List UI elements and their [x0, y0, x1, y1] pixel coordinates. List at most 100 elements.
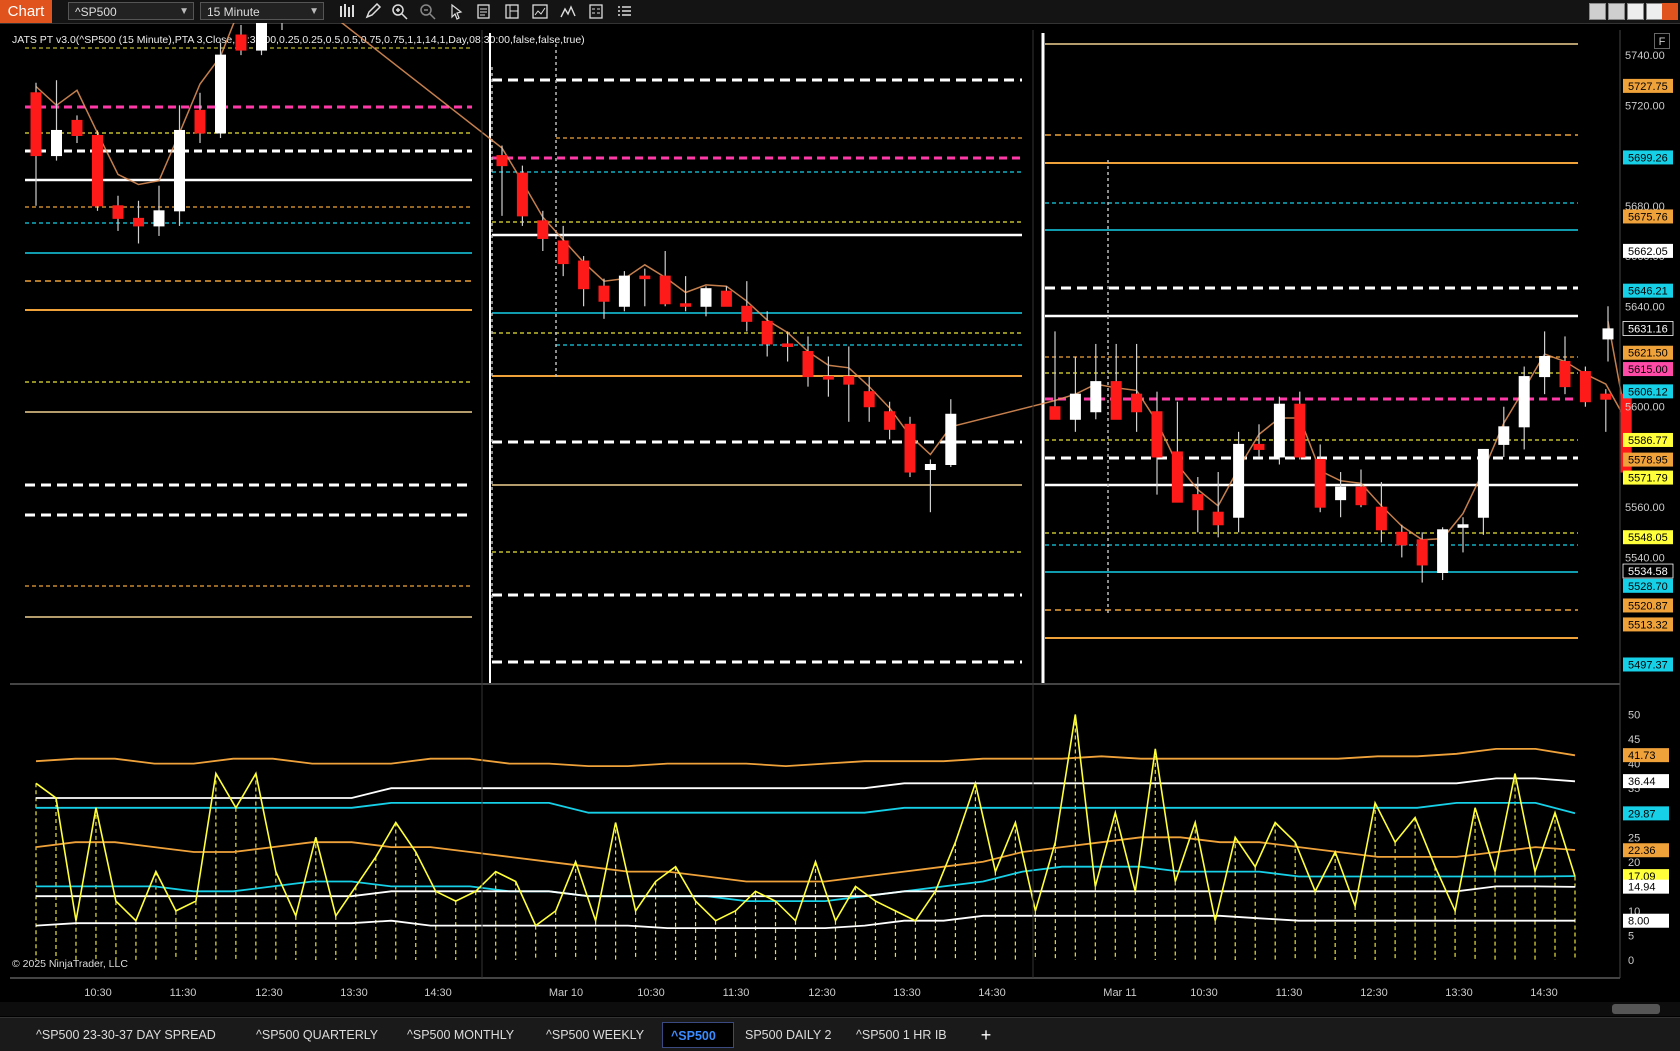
bar-type-icon[interactable] [338, 3, 356, 20]
candle-body [741, 305, 753, 322]
interval-value: 15 Minute [207, 5, 260, 19]
candle-body [659, 275, 671, 305]
chart-toolbar: Chart ^SP500 ▼ 15 Minute ▼ [0, 0, 1680, 24]
lower-marker-label: 8.00 [1628, 916, 1649, 928]
x-tick-label: 12:30 [808, 987, 836, 999]
candle-body [1437, 529, 1449, 573]
chart-area[interactable]: 5740.005720.005680.005660.005640.005600.… [0, 23, 1680, 1003]
candle-body [884, 411, 896, 430]
pointer-icon[interactable] [447, 3, 465, 20]
tab-sp500[interactable]: ^SP500 [662, 1022, 734, 1048]
restore-icon[interactable] [1646, 3, 1663, 20]
properties-icon[interactable] [587, 3, 605, 20]
band-white-lower [35, 914, 1575, 929]
candle-body [92, 134, 103, 207]
lower-tick-label: 5 [1628, 930, 1634, 942]
copyright: © 2025 NinjaTrader, LLC [12, 958, 128, 970]
instrument-selector[interactable]: ^SP500 ▼ [68, 2, 194, 20]
candle-body [1602, 328, 1614, 340]
price-marker-label: 5586.77 [1628, 435, 1668, 447]
price-marker-label: 5513.32 [1628, 619, 1668, 631]
candle-body [1090, 381, 1102, 413]
x-tick-label: 12:30 [255, 987, 283, 999]
tab-1hr-ib[interactable]: ^SP500 1 HR IB [848, 1022, 955, 1048]
tab-monthly[interactable]: ^SP500 MONTHLY [399, 1022, 522, 1048]
price-marker-label: 5497.37 [1628, 659, 1668, 671]
interval-selector[interactable]: 15 Minute ▼ [200, 2, 324, 20]
zoom-out-icon[interactable] [419, 3, 437, 20]
candle-body [578, 260, 590, 290]
tile-window-icon[interactable] [1608, 3, 1625, 20]
band-cyan-upper [36, 802, 1576, 815]
close-icon[interactable] [1662, 3, 1678, 20]
price-marker-label: 5615.00 [1628, 364, 1668, 376]
candle-body [700, 288, 712, 307]
candle-body [557, 240, 569, 265]
candle-body [720, 290, 732, 307]
lower-indicator-panel [35, 714, 1576, 960]
x-tick-label: 11:30 [1276, 987, 1303, 999]
candle-body [680, 303, 692, 307]
candle-body [843, 376, 855, 385]
candle-body [30, 92, 42, 157]
price-marker-label: 5534.58 [1628, 566, 1668, 578]
x-tick-label: 13:30 [1445, 987, 1473, 999]
candle-body [802, 350, 814, 378]
x-tick-label: 10:30 [84, 987, 112, 999]
candle-body [822, 376, 834, 380]
lower-tick-label: 50 [1628, 710, 1640, 722]
tab-daily-2[interactable]: SP500 DAILY 2 [737, 1022, 839, 1048]
data-box-icon[interactable] [475, 3, 493, 20]
x-tick-label: 13:30 [893, 987, 921, 999]
candle-body [496, 155, 508, 167]
candle-body [1559, 361, 1571, 388]
add-tab-button[interactable]: + [975, 1024, 997, 1046]
candle-body [1273, 403, 1285, 458]
candle-body [1049, 406, 1061, 420]
scrollbar-thumb[interactable] [1612, 1004, 1660, 1014]
candle-body [1233, 443, 1245, 518]
horizontal-scrollbar[interactable] [0, 1002, 1680, 1016]
x-tick-label: 11:30 [170, 987, 197, 999]
tab-weekly[interactable]: ^SP500 WEEKLY [538, 1022, 652, 1048]
candle-body [1579, 371, 1591, 403]
x-tick-label: 10:30 [637, 987, 665, 999]
candle-body [1253, 443, 1265, 450]
lower-marker-label: 14.94 [1628, 882, 1656, 894]
candle-body [133, 217, 144, 227]
price-marker-label: 5606.12 [1628, 386, 1668, 398]
pencil-icon[interactable] [364, 3, 382, 20]
candle-body [1192, 494, 1204, 511]
x-tick-label: Mar 10 [549, 987, 583, 999]
lower-tick-label: 45 [1628, 734, 1640, 746]
tile-window-icon[interactable] [1589, 3, 1606, 20]
volume-line [35, 714, 1576, 927]
zoom-in-icon[interactable] [391, 3, 409, 20]
price-tick-label: 5540.00 [1625, 552, 1665, 564]
strategies-icon[interactable] [559, 3, 577, 20]
candle-body [1539, 356, 1551, 378]
indicators-icon[interactable] [531, 3, 549, 20]
band-orange-upper [35, 748, 1576, 768]
list-icon[interactable] [615, 3, 633, 20]
candle-body [1498, 426, 1510, 445]
lower-marker-label: 41.73 [1628, 750, 1656, 762]
price-marker-label: 5631.16 [1628, 323, 1668, 335]
candle-body [1375, 506, 1387, 531]
candle-body [1518, 376, 1530, 428]
candle-body [782, 343, 794, 347]
candle-body [1355, 486, 1367, 506]
candle-body [761, 320, 773, 345]
price-tick-label: 5720.00 [1625, 100, 1665, 112]
templates-icon[interactable] [503, 3, 521, 20]
tab-quarterly[interactable]: ^SP500 QUARTERLY [248, 1022, 386, 1048]
candle-body [235, 34, 247, 51]
candle-body [1335, 486, 1347, 501]
tab-day-spread[interactable]: ^SP500 23-30-37 DAY SPREAD [28, 1022, 224, 1048]
candle-body [1477, 448, 1489, 518]
price-marker-label: 5727.75 [1628, 81, 1668, 93]
minimize-icon[interactable] [1627, 3, 1644, 20]
candle-body [904, 423, 916, 473]
price-marker-label: 5528.70 [1628, 581, 1668, 593]
price-tick-label: 5740.00 [1625, 50, 1665, 62]
